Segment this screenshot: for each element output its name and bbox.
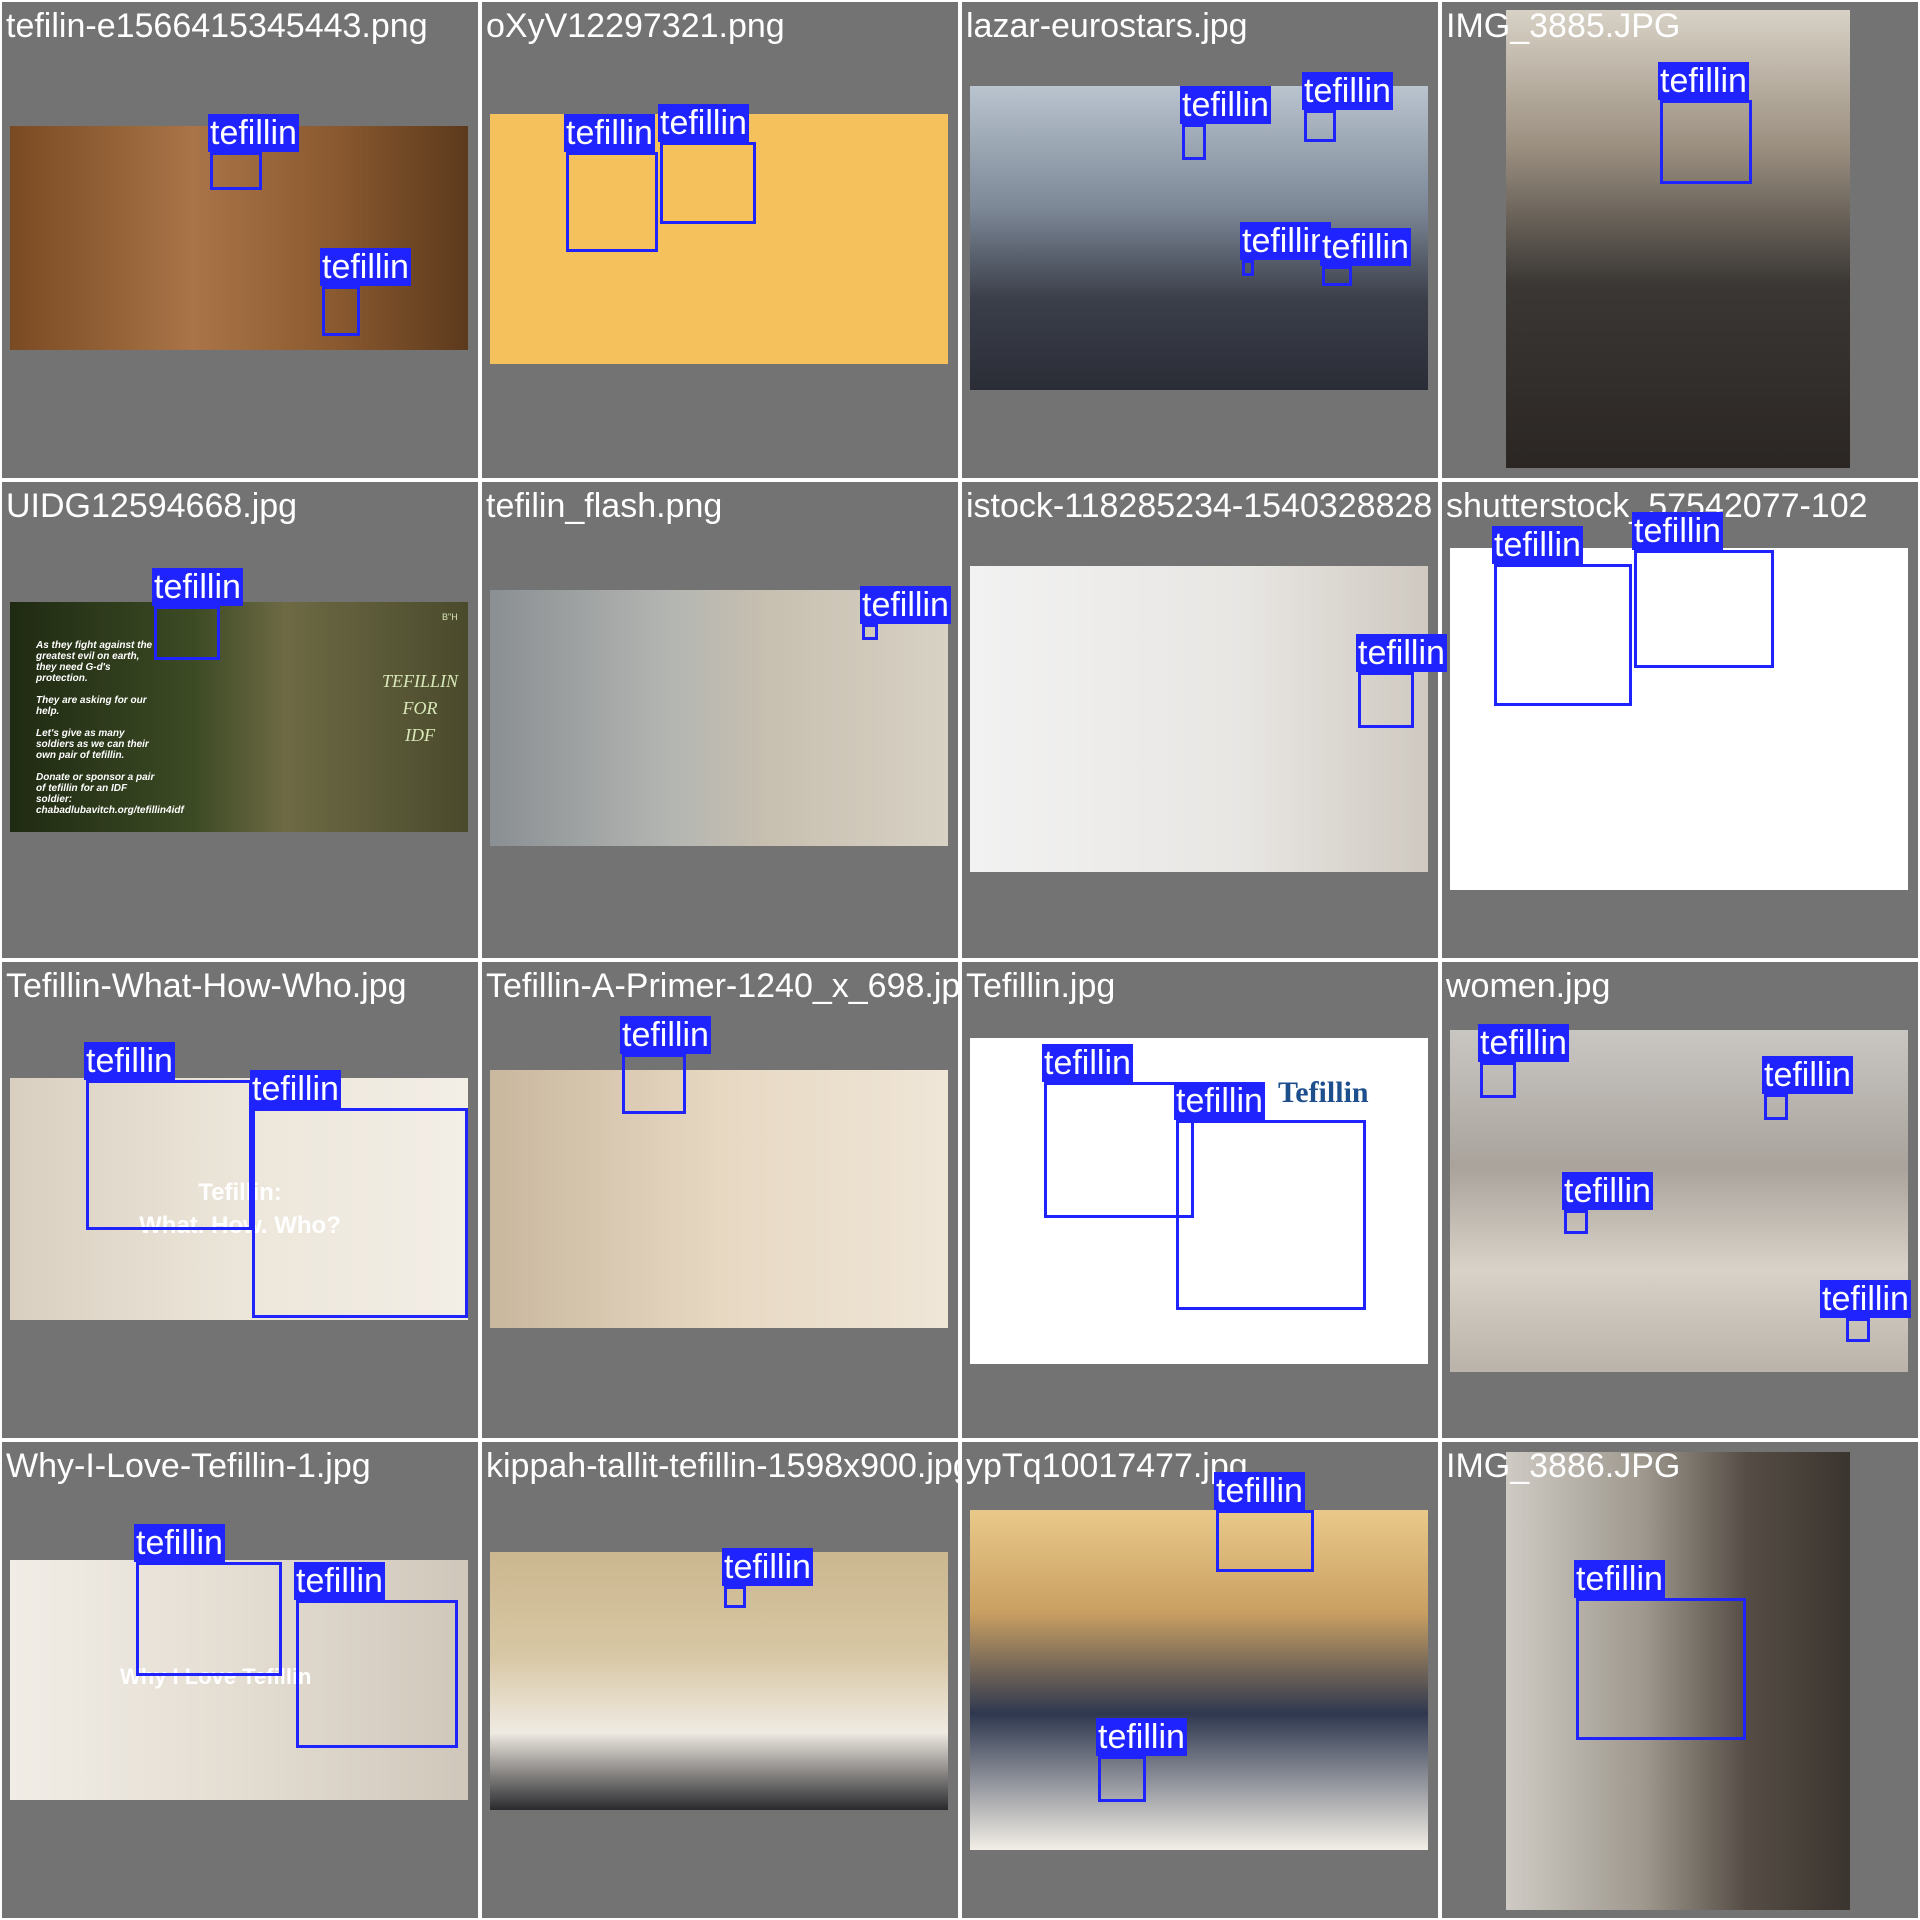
detection-label: tefillin [1302, 72, 1393, 110]
tile-filename: kippah-tallit-tefillin-1598x900.jpg [486, 1447, 958, 1485]
mosaic-tile: oXyV12297321.png [482, 2, 958, 478]
detection-label: tefillin [1562, 1172, 1653, 1210]
tile-filename: Tefillin-What-How-Who.jpg [6, 967, 407, 1005]
detection-label: tefillin [722, 1548, 813, 1586]
tile-filename: tefilin-e1566415345443.png [6, 7, 428, 45]
detection-label: tefillin [134, 1524, 225, 1562]
detection-label: tefillin [1096, 1718, 1187, 1756]
detection-label: tefillin [1320, 228, 1411, 266]
tile-filename: IMG_3886.JPG [1446, 1447, 1681, 1485]
detection-mosaic-grid: tefilin-e1566415345443.png oXyV12297321.p… [0, 0, 1920, 1920]
detection-box [1764, 1094, 1788, 1120]
detection-box [1304, 110, 1336, 142]
mosaic-tile: Tefillin-A-Primer-1240_x_698.jpg [482, 962, 958, 1438]
detection-box [136, 1562, 282, 1676]
tile-photo [490, 1070, 948, 1328]
detection-label: tefillin [1240, 222, 1331, 260]
detection-box [1358, 672, 1414, 728]
detection-box [1660, 100, 1752, 184]
photo-overlay-text: As they fight against the greatest evil … [36, 640, 184, 816]
detection-box [1494, 564, 1632, 706]
detection-box [1176, 1120, 1366, 1310]
detection-box [1242, 260, 1254, 276]
detection-label: tefillin [1492, 526, 1583, 564]
mosaic-tile: tefilin_flash.png [482, 482, 958, 958]
detection-box [724, 1586, 746, 1608]
detection-label: tefillin [152, 568, 243, 606]
tile-filename: women.jpg [1446, 967, 1611, 1005]
detection-label: tefillin [564, 114, 655, 152]
detection-label: tefillin [1214, 1472, 1305, 1510]
mosaic-tile: tefilin-e1566415345443.png [2, 2, 478, 478]
tile-photo [490, 590, 948, 846]
detection-box [1044, 1082, 1194, 1218]
detection-label: tefillin [208, 114, 299, 152]
detection-label: tefillin [860, 586, 951, 624]
mosaic-tile: kippah-tallit-tefillin-1598x900.jpg [482, 1442, 958, 1918]
detection-box [154, 606, 220, 660]
detection-box [86, 1080, 252, 1230]
detection-label: tefillin [1762, 1056, 1853, 1094]
detection-label: tefillin [658, 104, 749, 142]
tile-photo [970, 1510, 1428, 1850]
detection-box [252, 1108, 468, 1318]
tile-filename: UIDG12594668.jpg [6, 487, 298, 525]
detection-label: tefillin [620, 1016, 711, 1054]
detection-box [1216, 1510, 1314, 1572]
detection-box [1322, 266, 1352, 286]
tile-filename: Tefillin-A-Primer-1240_x_698.jpg [486, 967, 958, 1005]
tile-filename: istock-118285234-1540328828 [966, 487, 1433, 525]
tile-filename: IMG_3885.JPG [1446, 7, 1681, 45]
detection-label: tefillin [320, 248, 411, 286]
detection-label: tefillin [1174, 1082, 1265, 1120]
tile-filename: lazar-eurostars.jpg [966, 7, 1248, 45]
tile-filename: Tefillin.jpg [966, 967, 1116, 1005]
photo-overlay-text: B"H [442, 612, 458, 622]
detection-label: tefillin [294, 1562, 385, 1600]
tile-filename: oXyV12297321.png [486, 7, 785, 45]
tile-photo [490, 1552, 948, 1810]
detection-box [296, 1600, 458, 1748]
photo-overlay-text: Tefillin [1278, 1076, 1369, 1109]
detection-box [1576, 1598, 1746, 1740]
detection-label: tefillin [1632, 512, 1723, 550]
detection-box [1846, 1318, 1870, 1342]
detection-box [1480, 1062, 1516, 1098]
detection-box [862, 624, 878, 640]
photo-overlay-text: TEFILLIN FOR IDF [381, 671, 459, 745]
detection-label: tefillin [1042, 1044, 1133, 1082]
detection-label: tefillin [1658, 62, 1749, 100]
detection-label: tefillin [1478, 1024, 1569, 1062]
detection-box [210, 152, 262, 190]
detection-box [622, 1054, 686, 1114]
detection-box [1564, 1210, 1588, 1234]
tile-filename: Why-I-Love-Tefillin-1.jpg [6, 1447, 371, 1485]
detection-label: tefillin [250, 1070, 341, 1108]
detection-label: tefillin [1180, 86, 1271, 124]
detection-label: tefillin [1356, 634, 1447, 672]
detection-box [566, 152, 658, 252]
detection-box [1098, 1756, 1146, 1802]
detection-label: tefillin [1574, 1560, 1665, 1598]
tile-filename: tefilin_flash.png [486, 487, 723, 525]
detection-box [660, 142, 756, 224]
mosaic-tile: ypTq10017477.jpg [962, 1442, 1438, 1918]
detection-label: tefillin [1820, 1280, 1911, 1318]
detection-box [1182, 124, 1206, 160]
detection-label: tefillin [84, 1042, 175, 1080]
tile-filename: ypTq10017477.jpg [966, 1447, 1248, 1485]
detection-box [1634, 550, 1774, 668]
detection-box [322, 286, 360, 336]
